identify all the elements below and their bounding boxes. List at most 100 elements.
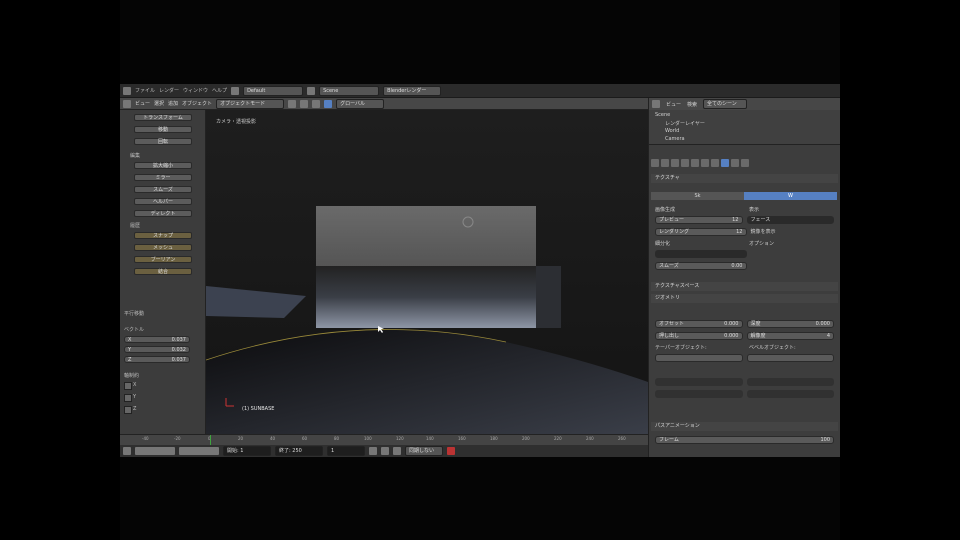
- material-tab-icon[interactable]: [731, 159, 739, 167]
- frame-start-field[interactable]: 開始: 1: [223, 446, 271, 456]
- transform-orientation-select[interactable]: グローバル: [336, 98, 385, 109]
- tool-shelf: トランスフォーム 移動 回転 編集 拡大縮小 ミラー スムーズ ヘルパー ディレ…: [120, 110, 206, 434]
- play-icon[interactable]: [381, 447, 389, 455]
- tool-button-scale[interactable]: 拡大縮小: [134, 162, 192, 169]
- render-res-field[interactable]: レンダリング 12: [655, 228, 747, 236]
- outliner-item-world[interactable]: World: [665, 128, 679, 134]
- operator-title: 平行移動: [124, 311, 145, 317]
- menu-file[interactable]: ファイル: [135, 87, 155, 94]
- tool-button-direct[interactable]: ディレクト: [134, 210, 192, 217]
- subdiv-label: 細分化: [655, 241, 671, 247]
- constraints-tab-icon[interactable]: [701, 159, 709, 167]
- modifiers-tab-icon[interactable]: [711, 159, 719, 167]
- vector-x-field[interactable]: X 0.037: [124, 336, 190, 343]
- option-checkboxes[interactable]: [751, 250, 835, 258]
- scene-tab-icon[interactable]: [671, 159, 679, 167]
- menu-view[interactable]: ビュー: [135, 100, 150, 107]
- sync-select[interactable]: 同期しない: [405, 446, 443, 456]
- resolution-field[interactable]: 解像度 4: [746, 332, 834, 340]
- panel-texture-header[interactable]: テクスチャ: [651, 174, 838, 183]
- timeline-editor-icon[interactable]: [123, 447, 131, 455]
- play-back-icon[interactable]: [369, 447, 377, 455]
- scene-field[interactable]: Scene: [319, 85, 380, 96]
- render-engine-select[interactable]: Blenderレンダー: [383, 85, 442, 96]
- constraint-x-checkbox[interactable]: [124, 382, 132, 390]
- disabled-field-3[interactable]: [655, 390, 743, 398]
- tool-button-mirror[interactable]: ミラー: [134, 174, 192, 181]
- tool-button-snap[interactable]: スナップ: [134, 232, 192, 239]
- vector-z-field[interactable]: Z 0.037: [124, 356, 190, 363]
- viewport-scene[interactable]: [206, 110, 648, 434]
- panel-texture-space[interactable]: テクスチャスペース: [651, 282, 838, 291]
- menu-window[interactable]: ウィンドウ: [183, 87, 208, 94]
- outliner-item-renderlayers[interactable]: レンダーレイヤー: [665, 120, 705, 127]
- preview-res-field[interactable]: プレビュー 12: [655, 216, 743, 224]
- taper-object-field[interactable]: [655, 354, 743, 362]
- option-mirror[interactable]: 鏡像を表示: [751, 228, 835, 236]
- depth-field[interactable]: 深度 0.000: [746, 320, 834, 328]
- current-frame-field[interactable]: 1: [327, 446, 365, 456]
- bevel-object-field[interactable]: [746, 354, 834, 362]
- fill-mode-select[interactable]: フェース: [746, 216, 834, 224]
- outliner-item-camera[interactable]: Camera: [665, 136, 685, 142]
- layers-tab-icon[interactable]: [661, 159, 669, 167]
- world-tab-icon[interactable]: [681, 159, 689, 167]
- constraint-y-checkbox[interactable]: [124, 394, 132, 402]
- outliner-editor-icon[interactable]: [652, 100, 660, 108]
- tool-button-transform[interactable]: トランスフォーム: [134, 114, 192, 121]
- tool-button-boolean[interactable]: ブーリアン: [134, 256, 192, 263]
- menu-add[interactable]: 追加: [168, 100, 178, 107]
- timeline-tick: 260: [618, 436, 626, 441]
- manipulator-icon[interactable]: [312, 99, 321, 108]
- tool-button-rotate[interactable]: 回転: [134, 138, 192, 145]
- play-forward-icon[interactable]: [393, 447, 401, 455]
- layout-field[interactable]: Default: [243, 85, 304, 96]
- frame-end-field[interactable]: 終了: 250: [275, 446, 323, 456]
- tool-button-mesh[interactable]: メッシュ: [134, 244, 192, 251]
- disabled-field-4[interactable]: [746, 390, 834, 398]
- view3d-editor-icon[interactable]: [123, 99, 131, 108]
- toggle-3d[interactable]: W: [744, 192, 837, 200]
- disabled-field-2[interactable]: [746, 378, 834, 386]
- timeline-header: 開始: 1 終了: 250 1 同期しない: [120, 445, 648, 457]
- vector-y-field[interactable]: Y 0.032: [124, 346, 190, 353]
- tool-button-helper[interactable]: ヘルパー: [134, 198, 192, 205]
- menu-select[interactable]: 選択: [154, 100, 164, 107]
- tool-button-move[interactable]: 移動: [134, 126, 192, 133]
- data-tab-icon[interactable]: [721, 159, 729, 167]
- editor-type-icon[interactable]: [123, 86, 131, 95]
- extrude-field[interactable]: 押し出し 0.000: [655, 332, 743, 340]
- object-tab-icon[interactable]: [691, 159, 699, 167]
- outliner-menu-view[interactable]: ビュー: [666, 101, 681, 108]
- mode-select[interactable]: オブジェクトモード: [216, 98, 285, 109]
- constraint-z-checkbox[interactable]: [124, 406, 132, 414]
- viewport-label: カメラ・透視投影: [216, 119, 257, 125]
- subdiv-select[interactable]: [655, 250, 747, 258]
- offset-field[interactable]: オフセット 0.000: [655, 320, 743, 328]
- disabled-field-1[interactable]: [655, 378, 743, 386]
- tool-button-join[interactable]: 結合: [134, 268, 192, 275]
- menu-render[interactable]: レンダー: [159, 87, 179, 94]
- outliner-item-scene[interactable]: Scene: [655, 112, 670, 118]
- smooth-field[interactable]: スムーズ 0.00: [655, 262, 747, 270]
- render-tab-icon[interactable]: [651, 159, 659, 167]
- pivot-icon[interactable]: [300, 99, 309, 108]
- outliner-menu-search[interactable]: 検索: [687, 101, 697, 108]
- record-icon[interactable]: [447, 447, 455, 455]
- timeline-menus[interactable]: [135, 447, 175, 455]
- panel-path-animation[interactable]: パスアニメーション: [651, 422, 838, 431]
- menu-help[interactable]: ヘルプ: [212, 87, 227, 94]
- 3d-viewport[interactable]: カメラ・透視投影 (1) SUNBASE: [206, 110, 648, 434]
- shading-icon[interactable]: [288, 99, 297, 108]
- outliner-display-select[interactable]: 全てのシーン: [703, 99, 748, 109]
- layer-icon[interactable]: [324, 99, 333, 108]
- tool-button-smooth[interactable]: スムーズ: [134, 186, 192, 193]
- toggle-2d[interactable]: Sk: [651, 192, 744, 200]
- timeline-marker-menu[interactable]: [179, 447, 219, 455]
- frames-field[interactable]: フレーム 100: [655, 436, 834, 444]
- row-extrude: 押し出し 0.000 解像度 4: [655, 332, 834, 340]
- panel-geometry[interactable]: ジオメトリ: [651, 294, 838, 303]
- texture-tab-icon[interactable]: [741, 159, 749, 167]
- menu-object[interactable]: オブジェクト: [182, 100, 212, 107]
